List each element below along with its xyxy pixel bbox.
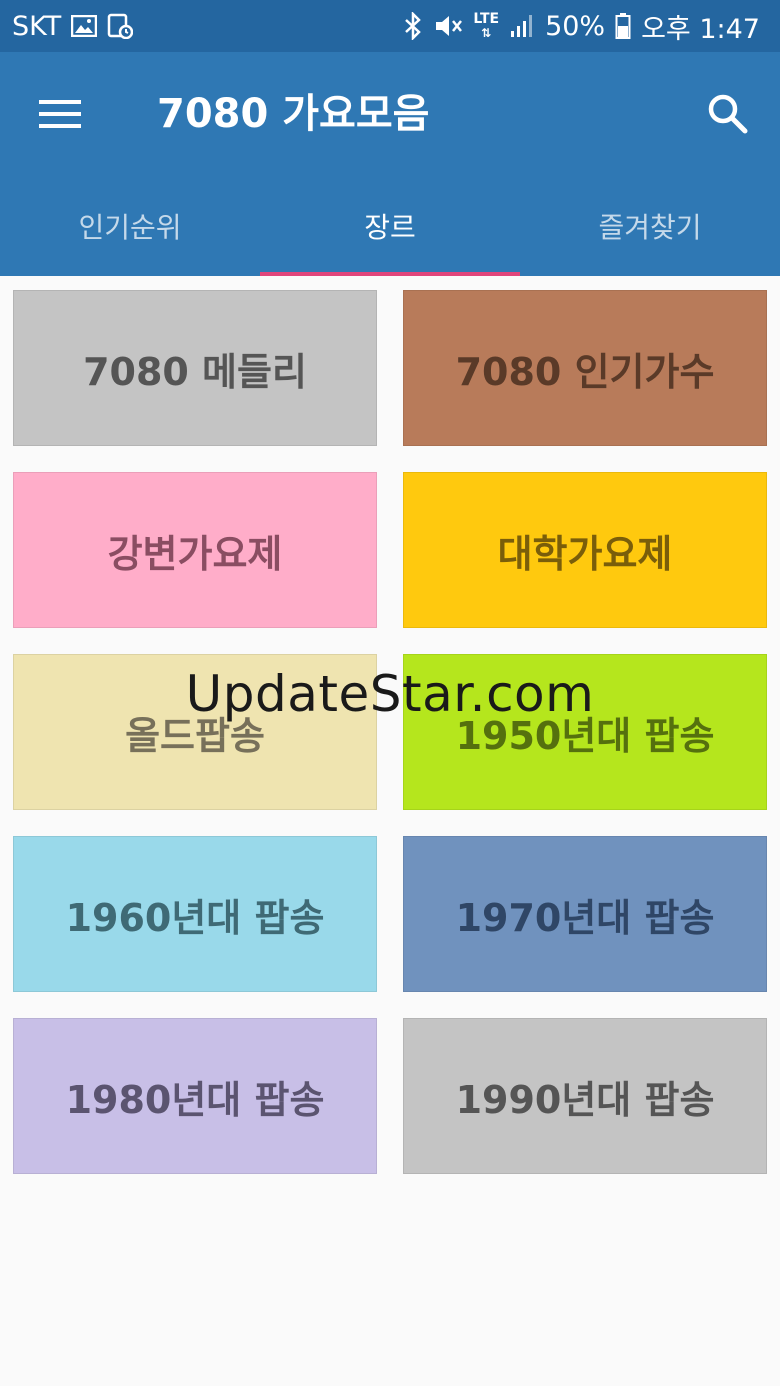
genre-label: 1980년대 팝송 [65,1077,325,1122]
tab-genre[interactable]: 장르 [260,176,520,276]
lte-icon: LTE ⇅ [473,11,500,40]
mute-icon [433,12,463,40]
battery-icon [615,12,631,40]
genre-label: 올드팝송 [125,713,265,758]
status-bar: SKT LTE ⇅ 50% 오후 1:47 [0,0,780,52]
search-button[interactable] [698,84,758,144]
network-label: LTE [473,11,500,27]
genre-label: 대학가요제 [497,531,673,576]
hamburger-menu-icon [39,100,81,128]
genre-label: 1990년대 팝송 [455,1077,715,1122]
clock: 오후 1:47 [641,13,760,45]
tab-bar: 인기순위 장르 즐겨찾기 [0,176,780,276]
bluetooth-icon [403,12,423,40]
genre-grid: 7080 메들리 7080 인기가수 강변가요제 대학가요제 올드팝송 1950… [0,276,780,1386]
genre-tile-1990s-pop[interactable]: 1990년대 팝송 [403,1018,767,1174]
tab-label: 인기순위 [78,211,182,244]
signal-icon [509,13,535,39]
app-title: 7080 가요모음 [157,91,430,137]
genre-label: 1960년대 팝송 [65,895,325,940]
toolbar: 7080 가요모음 [0,52,780,176]
genre-tile-1960s-pop[interactable]: 1960년대 팝송 [13,836,377,992]
tab-label: 장르 [364,211,416,244]
screenshot-icon [107,13,134,39]
tab-label: 즐겨찾기 [598,211,702,244]
genre-label: 1970년대 팝송 [455,895,715,940]
genre-label: 강변가요제 [107,531,283,576]
genre-tile-7080-medley[interactable]: 7080 메들리 [13,290,377,446]
app-bar: 7080 가요모음 인기순위 장르 즐겨찾기 [0,52,780,276]
genre-label: 1950년대 팝송 [455,713,715,758]
genre-label: 7080 메들리 [83,349,307,394]
status-bar-left: SKT [12,10,134,42]
genre-label: 7080 인기가수 [455,349,715,394]
genre-tile-riverside-song-festival[interactable]: 강변가요제 [13,472,377,628]
search-icon [708,94,748,134]
image-icon [71,15,98,37]
genre-tile-1970s-pop[interactable]: 1970년대 팝송 [403,836,767,992]
genre-tile-1980s-pop[interactable]: 1980년대 팝송 [13,1018,377,1174]
tab-favorites[interactable]: 즐겨찾기 [520,176,780,276]
genre-tile-1950s-pop[interactable]: 1950년대 팝송 [403,654,767,810]
menu-button[interactable] [30,84,90,144]
status-bar-right: LTE ⇅ 50% 오후 1:47 [403,7,760,46]
genre-tile-college-song-festival[interactable]: 대학가요제 [403,472,767,628]
genre-tile-7080-popular-singers[interactable]: 7080 인기가수 [403,290,767,446]
genre-tile-old-pop[interactable]: 올드팝송 [13,654,377,810]
battery-percent: 50% [545,10,606,42]
tab-popular-ranking[interactable]: 인기순위 [0,176,260,276]
carrier-label: SKT [12,10,62,42]
